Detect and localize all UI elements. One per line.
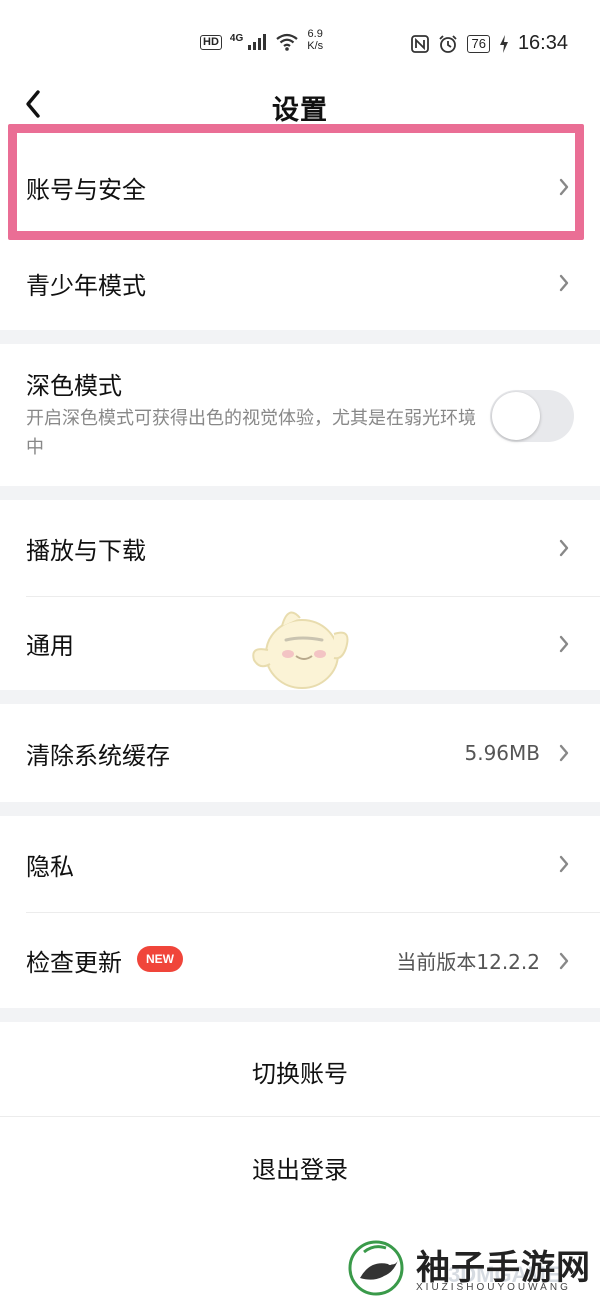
highlight-frame: [8, 124, 584, 240]
chevron-right-icon: [559, 539, 569, 557]
watermark-subtitle: XIUZISHOUYOUWANG: [416, 1282, 571, 1293]
chevron-right-icon: [559, 274, 569, 292]
dark-mode-label: 深色模式: [26, 372, 122, 400]
clear-cache-label: 清除系统缓存: [26, 741, 170, 770]
speed-value: 6.9: [307, 28, 323, 40]
settings-item-check-update[interactable]: 检查更新 当前版本12.2.2: [0, 913, 600, 1008]
charging-icon: [499, 34, 508, 53]
playback-download-label: 播放与下载: [26, 536, 146, 565]
status-left: HD 4G 6.9 K/s: [200, 28, 323, 52]
speed-unit: K/s: [307, 40, 324, 52]
page-title: 设置: [272, 95, 328, 126]
chevron-right-icon: [559, 744, 569, 762]
chevron-right-icon: [559, 855, 569, 873]
section-gap: [0, 802, 600, 816]
watermark: 3DMGAME 袖子手游网 XIUZISHOUYOUWANG: [338, 1236, 600, 1300]
cache-size: 5.96MB: [464, 741, 540, 765]
wifi-icon: [276, 33, 298, 51]
nfc-icon: [411, 34, 430, 53]
status-bar: HD 4G 6.9 K/s 76 16:34: [0, 0, 600, 88]
switch-account-button[interactable]: 切换账号: [0, 1054, 600, 1089]
teen-mode-label: 青少年模式: [26, 271, 146, 300]
check-update-label: 检查更新: [26, 949, 122, 977]
dark-mode-description: 开启深色模式可获得出色的视觉体验，尤其是在弱光环境中: [26, 408, 476, 458]
battery-icon: 76: [467, 34, 490, 53]
clock: 16:34: [517, 32, 568, 54]
signal-icon: [248, 34, 267, 50]
settings-item-clear-cache[interactable]: 清除系统缓存 5.96MB: [0, 704, 600, 802]
network-speed: 6.9 K/s: [307, 28, 323, 52]
settings-item-privacy[interactable]: 隐私: [0, 816, 600, 912]
logout-button[interactable]: 退出登录: [0, 1150, 600, 1185]
current-version: 当前版本12.2.2: [396, 950, 540, 974]
alarm-icon: [439, 34, 458, 53]
privacy-label: 隐私: [26, 852, 74, 881]
settings-item-teen-mode[interactable]: 青少年模式: [0, 236, 600, 330]
section-gap: [0, 330, 600, 344]
network-type: 4G: [229, 32, 244, 44]
hd-icon: HD: [200, 34, 222, 50]
toggle-knob: [492, 392, 540, 440]
mascot-icon: [252, 611, 349, 689]
header: 设置: [0, 80, 600, 130]
bird-logo-icon: [348, 1240, 404, 1296]
section-gap: [0, 690, 600, 704]
status-right: 76 16:34: [411, 32, 568, 55]
new-badge: NEW: [137, 946, 183, 972]
section-gap: [0, 1008, 600, 1022]
dark-mode-toggle[interactable]: [490, 390, 574, 442]
chevron-right-icon: [559, 952, 569, 969]
settings-item-playback-download[interactable]: 播放与下载: [0, 500, 600, 596]
divider: [0, 1116, 600, 1117]
general-label: 通用: [26, 632, 74, 660]
section-gap: [0, 486, 600, 500]
chevron-right-icon: [559, 635, 569, 652]
